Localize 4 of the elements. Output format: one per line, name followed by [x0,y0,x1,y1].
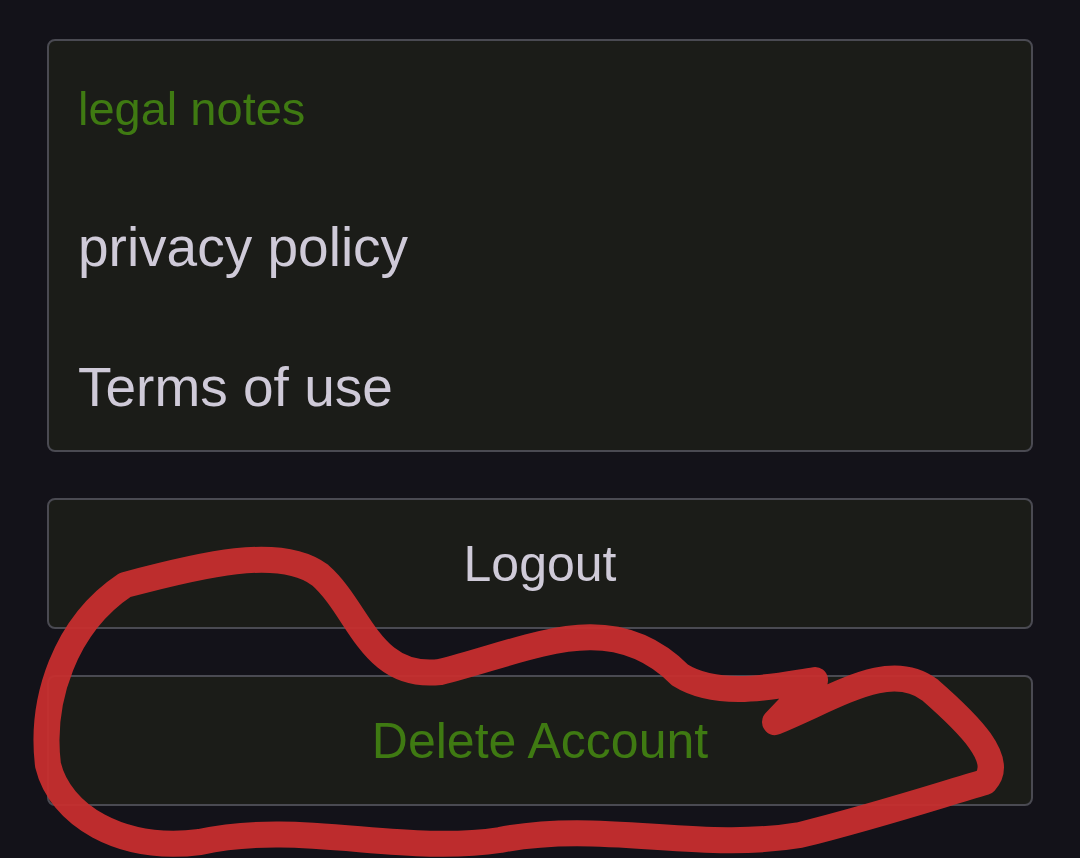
legal-link[interactable]: Terms of use [78,355,393,419]
section-title: legal notes [78,81,306,137]
legal-link[interactable]: privacy policy [78,215,409,279]
logout-button[interactable]: Logout [47,498,1033,629]
